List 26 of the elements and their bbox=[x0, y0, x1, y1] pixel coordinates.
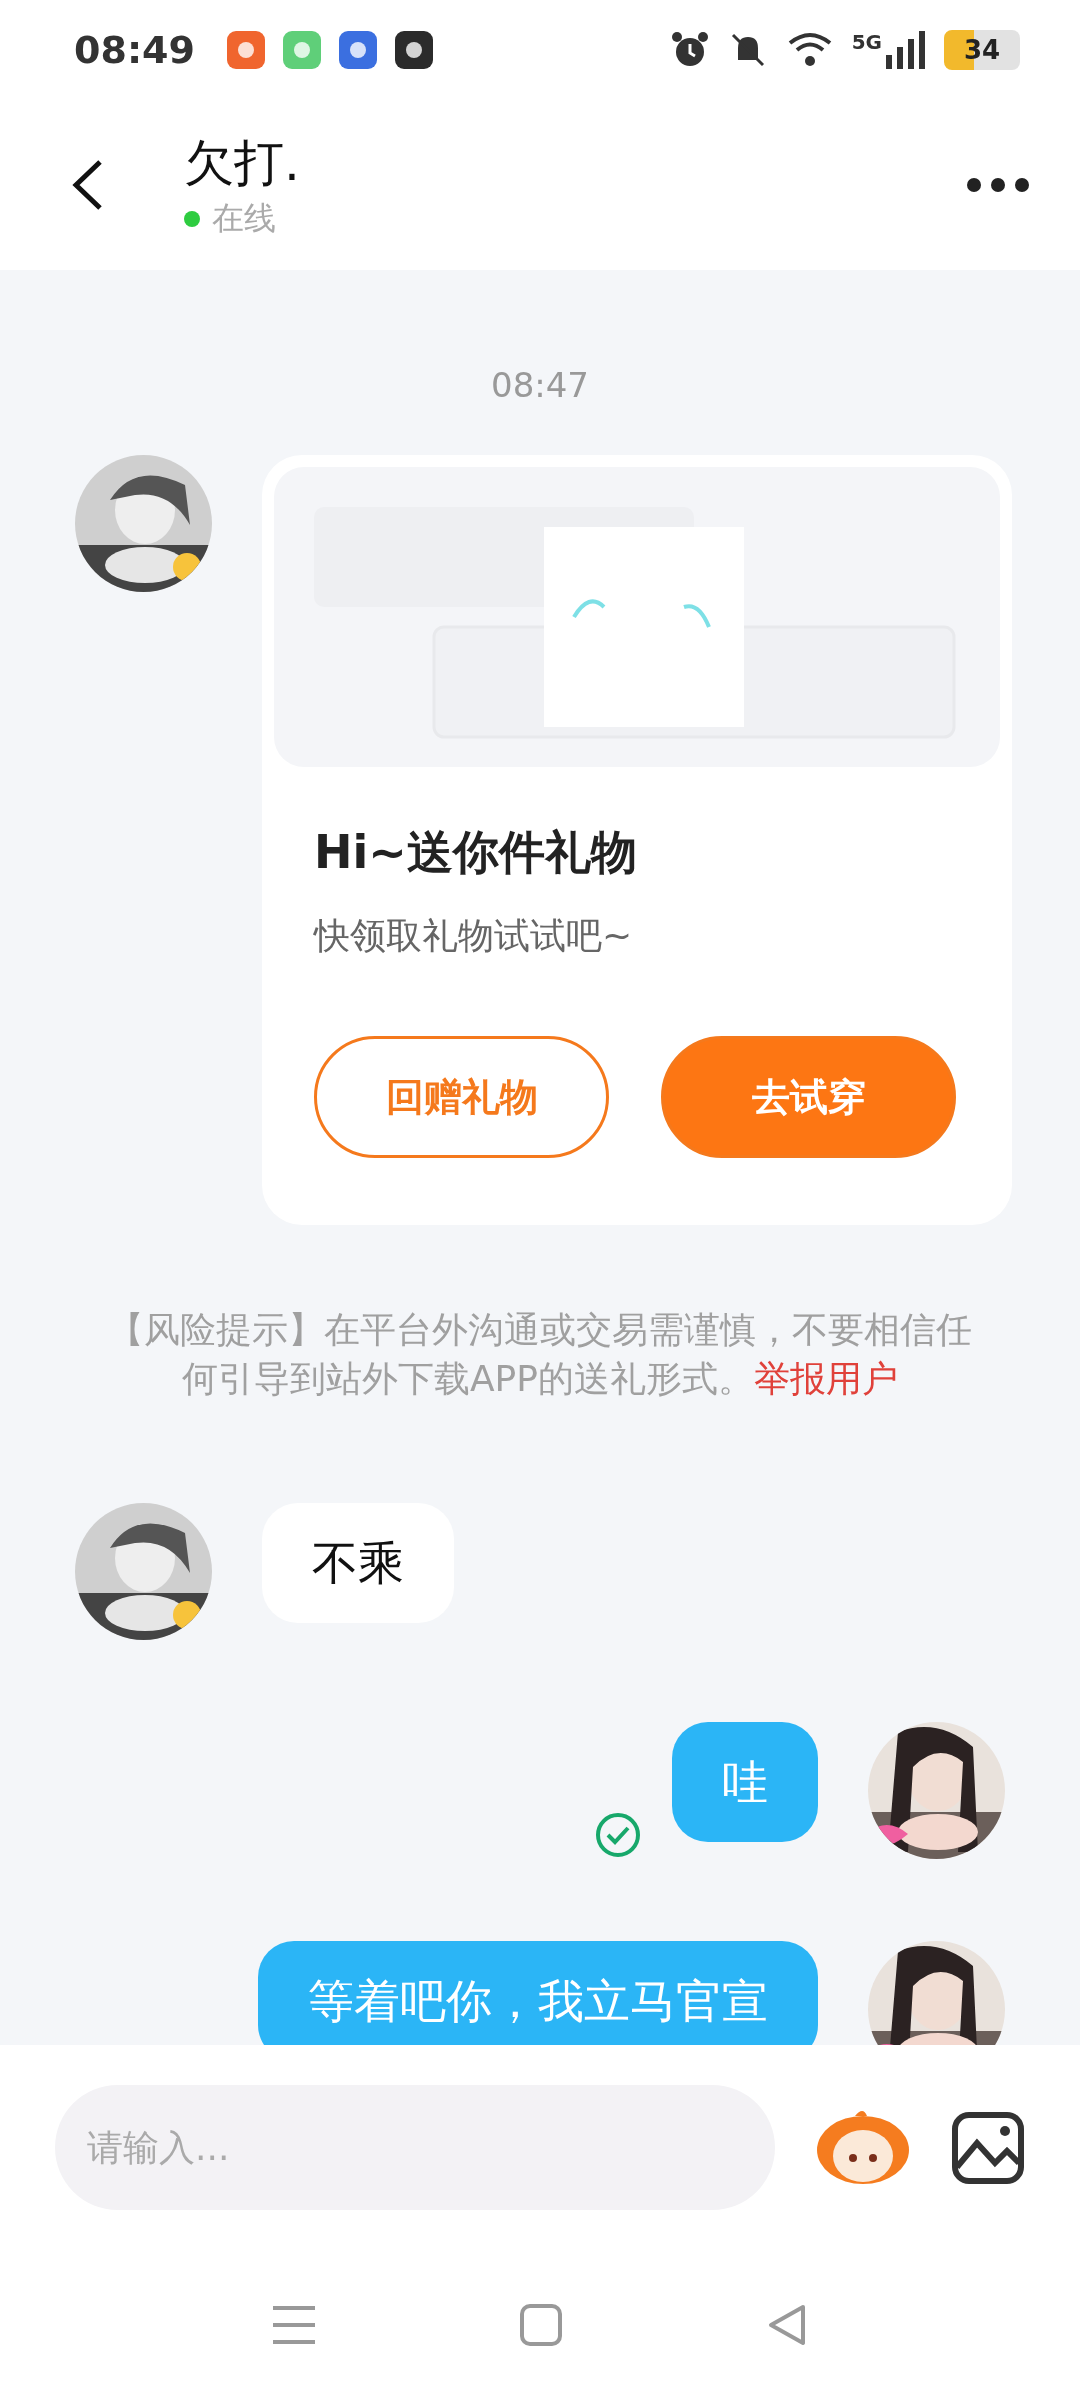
message-input[interactable]: 请输入... bbox=[55, 2085, 775, 2210]
app-icon bbox=[338, 31, 377, 69]
contact-name: 欠打. bbox=[184, 132, 301, 194]
app-icon bbox=[282, 31, 321, 69]
image-icon[interactable] bbox=[951, 2110, 1025, 2185]
app-icon bbox=[226, 31, 265, 69]
message-time: 08:47 bbox=[491, 365, 589, 405]
message-bubble: 不乘 bbox=[262, 1503, 454, 1623]
message-bubble: 哇 bbox=[672, 1722, 818, 1842]
back-icon[interactable] bbox=[70, 158, 104, 212]
home-icon[interactable] bbox=[520, 2304, 562, 2346]
network-type: 5G bbox=[851, 30, 882, 54]
signal-icon bbox=[886, 31, 926, 69]
try-on-button[interactable]: 去试穿 bbox=[661, 1036, 956, 1158]
more-icon[interactable] bbox=[966, 177, 1030, 193]
message-bubble: 等着吧你，我立马官宣 bbox=[258, 1941, 818, 2045]
gift-subtitle: 快领取礼物试试吧~ bbox=[314, 914, 634, 958]
back-nav-icon[interactable] bbox=[767, 2304, 808, 2346]
report-user-link[interactable]: 举报用户 bbox=[754, 1358, 898, 1399]
gift-title: Hi~送你件礼物 bbox=[314, 824, 638, 881]
risk-notice: 【风险提示】在平台外沟通或交易需谨慎，不要相信任何引导到站外下载APP的送礼形式。举报用户 bbox=[107, 1308, 973, 1401]
menu-icon[interactable] bbox=[272, 2305, 315, 2345]
clock-time: 08:49 bbox=[74, 28, 195, 72]
app-icon bbox=[394, 31, 433, 69]
return-gift-button[interactable]: 回赠礼物 bbox=[314, 1036, 609, 1158]
online-status: 在线 bbox=[212, 197, 276, 239]
